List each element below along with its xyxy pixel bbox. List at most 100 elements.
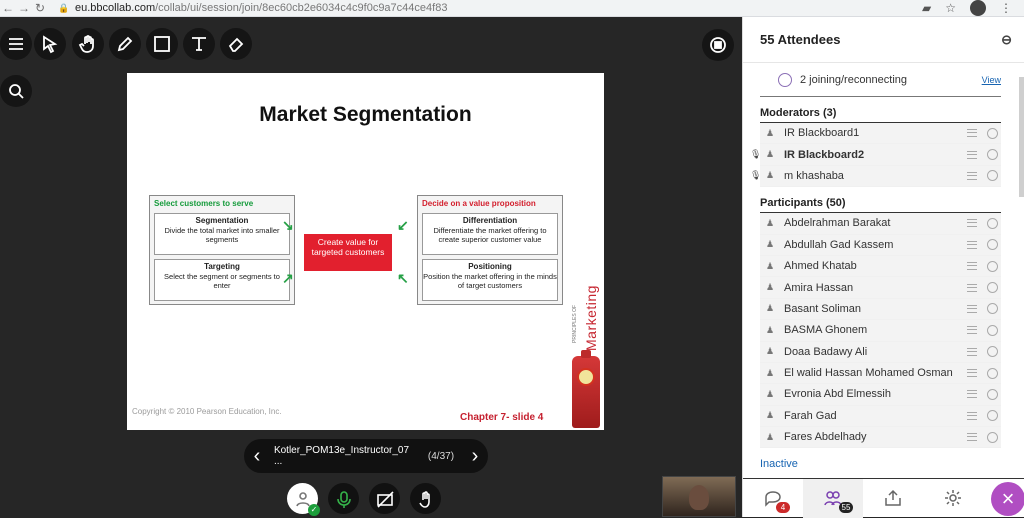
captions-icon[interactable] — [967, 219, 977, 228]
attendees-panel: 55 Attendees ⊖ 2 joining/reconnecting Vi… — [742, 17, 1024, 518]
captions-icon[interactable] — [967, 433, 977, 442]
eraser-tool-button[interactable] — [220, 28, 252, 60]
participant-row[interactable]: ♟ Fares Abdelhady — [760, 427, 1001, 449]
captions-icon[interactable] — [967, 129, 977, 138]
camera-button[interactable] — [369, 483, 400, 514]
attendee-more-icon[interactable] — [987, 410, 998, 422]
settings-tab[interactable] — [923, 479, 983, 518]
pan-tool-button[interactable] — [72, 28, 104, 60]
collab-panel-tabs: 4 55 — [743, 478, 1024, 518]
participant-row[interactable]: ♟ Amira Hassan — [760, 277, 1001, 299]
participant-row[interactable]: ♟ Ahmed Khatab — [760, 255, 1001, 278]
segmentation-card: Segmentation Divide the total market int… — [154, 213, 290, 255]
attendee-more-icon[interactable] — [987, 127, 998, 139]
pen-tool-button[interactable] — [109, 28, 141, 60]
camera-icon[interactable]: ▰ — [922, 1, 931, 15]
text-tool-button[interactable] — [183, 28, 215, 60]
star-icon[interactable]: ☆ — [945, 1, 956, 15]
hamburger-menu-button[interactable] — [0, 28, 32, 60]
slide-file-name: Kotler_POM13e_Instructor_07 ... — [273, 445, 410, 467]
captions-icon[interactable] — [967, 283, 977, 292]
attendee-more-icon[interactable] — [987, 239, 998, 251]
my-status-button[interactable]: ✓ — [287, 483, 320, 516]
menu-dots-icon[interactable]: ⋮ — [1000, 1, 1012, 15]
cursor-arrow-icon — [43, 35, 58, 54]
raise-hand-icon — [418, 490, 430, 508]
attendee-more-icon[interactable] — [987, 282, 998, 294]
captions-icon[interactable] — [967, 390, 977, 399]
address-bar[interactable]: 🔒 eu.bbcollab.com/collab/ui/session/join… — [58, 2, 447, 14]
browser-bar: ← → ↻ 🔒 eu.bbcollab.com/collab/ui/sessio… — [0, 0, 1024, 17]
participant-row[interactable]: ♟ Evronia Abd Elmessih — [760, 384, 1001, 406]
video-thumbnail[interactable] — [662, 476, 736, 517]
zoom-tool-button[interactable] — [0, 75, 32, 107]
person-icon: ♟ — [765, 324, 775, 335]
positioning-title: Positioning — [468, 262, 512, 271]
share-content-tab[interactable] — [863, 479, 923, 518]
close-panel-button[interactable]: × — [991, 482, 1024, 516]
attendee-more-icon[interactable] — [987, 431, 998, 443]
differentiation-text: Differentiate the market offering to cre… — [433, 226, 547, 245]
raise-hand-button[interactable] — [410, 483, 441, 514]
participant-row[interactable]: ♟ Abdelrahman Barakat — [760, 213, 1001, 235]
reload-icon[interactable]: ↻ — [32, 1, 48, 15]
attendee-name: Doaa Badawy Ali — [784, 345, 868, 358]
create-value-box: Create value for targeted customers — [304, 234, 392, 271]
moderator-row[interactable]: 🎙 ♟ IR Blackboard2 — [750, 144, 1001, 166]
attendee-more-icon[interactable] — [987, 217, 998, 229]
next-slide-icon[interactable]: › — [462, 445, 488, 468]
lock-icon: 🔒 — [58, 3, 70, 13]
shape-tool-button[interactable] — [146, 28, 178, 60]
joining-row: 2 joining/reconnecting View — [760, 63, 1001, 97]
back-icon[interactable]: ← — [0, 1, 16, 15]
moderator-row[interactable]: ♟ IR Blackboard1 — [760, 123, 1001, 145]
captions-icon[interactable] — [967, 262, 977, 271]
captions-icon[interactable] — [967, 150, 977, 159]
participant-row[interactable]: ♟ BASMA Ghonem — [760, 320, 1001, 342]
captions-icon[interactable] — [967, 304, 977, 313]
slide-title: Market Segmentation — [259, 103, 472, 126]
select-customers-panel: Select customers to serve Segmentation D… — [149, 195, 295, 305]
attendee-more-icon[interactable] — [987, 346, 998, 358]
participant-row[interactable]: ♟ Basant Soliman — [760, 298, 1001, 321]
right-panel-heading: Decide on a value proposition — [422, 199, 536, 208]
person-icon: ♟ — [765, 260, 775, 271]
attendees-scrollbar[interactable] — [1019, 77, 1024, 197]
captions-icon[interactable] — [967, 326, 977, 335]
stop-share-button[interactable] — [702, 29, 734, 61]
attendee-more-icon[interactable] — [987, 324, 998, 336]
profile-avatar[interactable] — [970, 0, 986, 16]
attendee-more-icon[interactable] — [987, 260, 998, 272]
select-tool-button[interactable] — [34, 28, 66, 60]
captions-icon[interactable] — [967, 347, 977, 356]
participant-row[interactable]: ♟ Farah Gad — [760, 405, 1001, 428]
captions-icon[interactable] — [967, 369, 977, 378]
magnify-icon — [9, 84, 24, 99]
positioning-text: Position the market offering in the mind… — [423, 272, 557, 291]
attendee-name: IR Blackboard2 — [784, 148, 865, 161]
more-options-icon[interactable]: ⊖ — [1001, 32, 1012, 48]
captions-icon[interactable] — [967, 240, 977, 249]
previous-slide-icon[interactable]: ‹ — [244, 445, 270, 468]
attendee-name: Fares Abdelhady — [784, 431, 867, 444]
eraser-icon — [228, 37, 244, 52]
attendee-more-icon[interactable] — [987, 170, 998, 182]
participants-heading: Participants (50) — [760, 197, 846, 210]
attendee-more-icon[interactable] — [987, 367, 998, 379]
chat-tab[interactable]: 4 — [743, 479, 803, 518]
moderator-row[interactable]: 🎙 ♟ m khashaba — [750, 165, 1001, 188]
forward-icon[interactable]: → — [16, 1, 32, 15]
inactive-heading[interactable]: Inactive — [760, 458, 798, 470]
attendee-more-icon[interactable] — [987, 303, 998, 315]
attendee-more-icon[interactable] — [987, 388, 998, 400]
share-icon — [885, 489, 901, 506]
captions-icon[interactable] — [967, 411, 977, 420]
attendees-tab[interactable]: 55 — [803, 478, 863, 518]
captions-icon[interactable] — [967, 171, 977, 180]
participant-row[interactable]: ♟ Doaa Badawy Ali — [760, 341, 1001, 363]
microphone-button[interactable] — [328, 483, 359, 514]
attendee-more-icon[interactable] — [987, 149, 998, 161]
participant-row[interactable]: ♟ El walid Hassan Mohamed Osman — [760, 362, 1001, 385]
view-link[interactable]: View — [982, 75, 1001, 85]
participant-row[interactable]: ♟ Abdullah Gad Kassem — [760, 234, 1001, 256]
